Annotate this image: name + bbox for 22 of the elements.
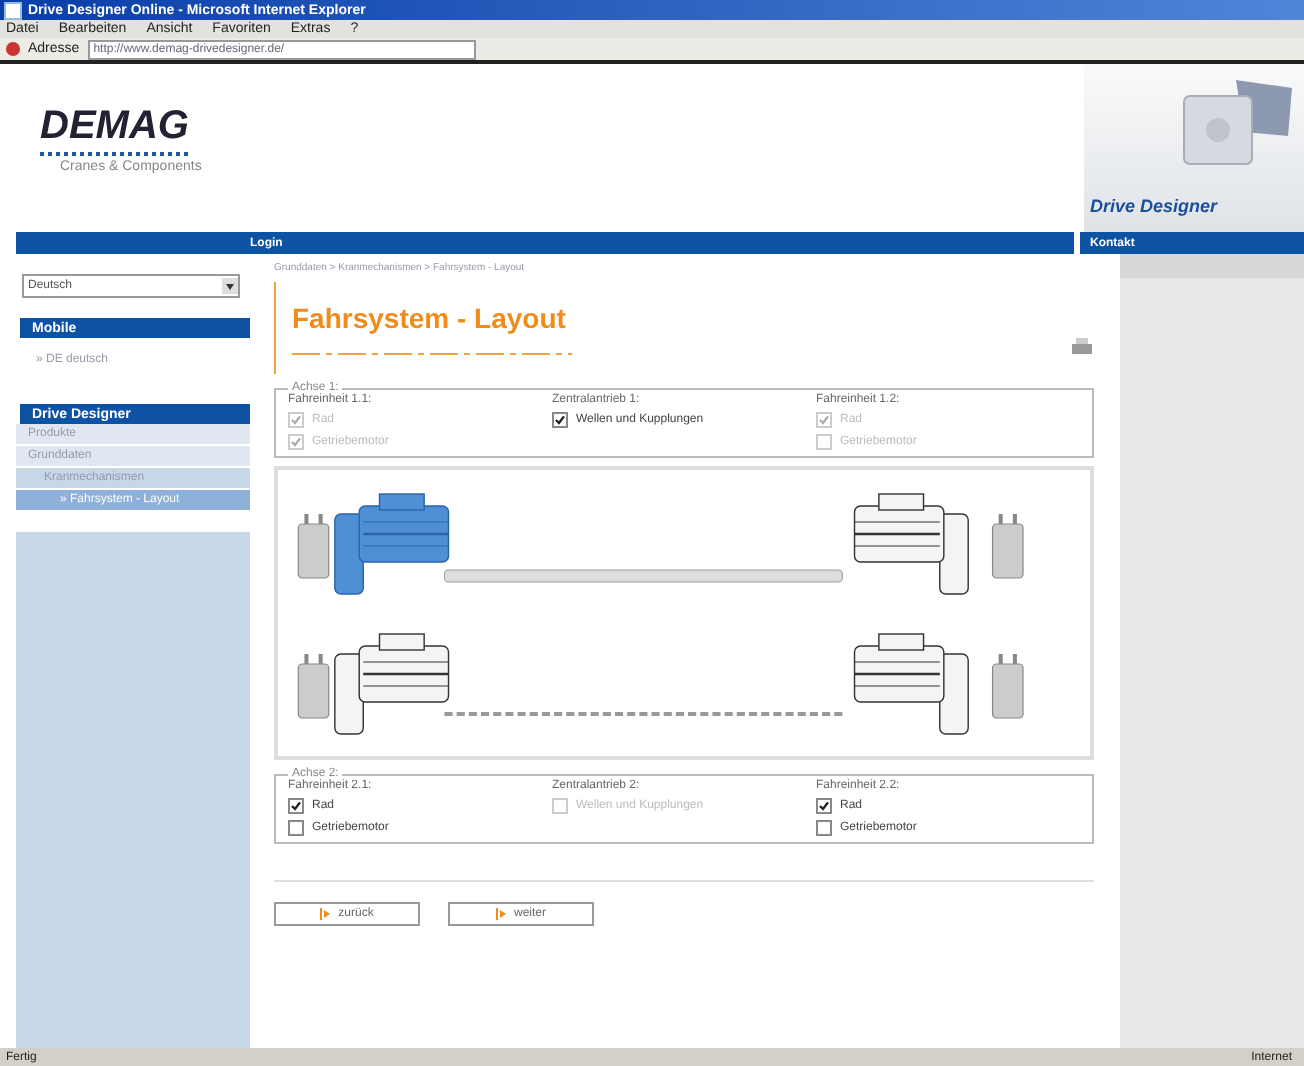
arrow-icon <box>495 908 508 920</box>
page-title: Fahrsystem - Layout <box>292 302 568 334</box>
checkbox[interactable] <box>288 820 304 836</box>
checkbox[interactable] <box>288 798 304 814</box>
gear-motor-drawing <box>334 633 450 735</box>
browser-icon <box>4 1 22 19</box>
wheel-block-drawing <box>297 654 330 719</box>
gear-motor-drawing <box>853 633 969 735</box>
arrow-icon <box>320 908 333 920</box>
gear-motor-drawing <box>334 493 450 595</box>
logo-wordmark: DEMAG <box>40 104 189 156</box>
checkbox[interactable] <box>552 412 568 428</box>
caret-icon <box>222 278 238 294</box>
checkbox[interactable] <box>816 820 832 836</box>
wheel-block-drawing <box>991 514 1024 579</box>
banner-title: Drive Designer <box>1090 196 1220 216</box>
wheel-block-drawing <box>297 514 330 579</box>
back-icon[interactable] <box>6 42 20 56</box>
gear-motor-drawing <box>853 493 969 595</box>
print-icon[interactable] <box>1070 338 1094 358</box>
checkbox[interactable] <box>816 798 832 814</box>
wheel-block-drawing <box>991 654 1024 719</box>
